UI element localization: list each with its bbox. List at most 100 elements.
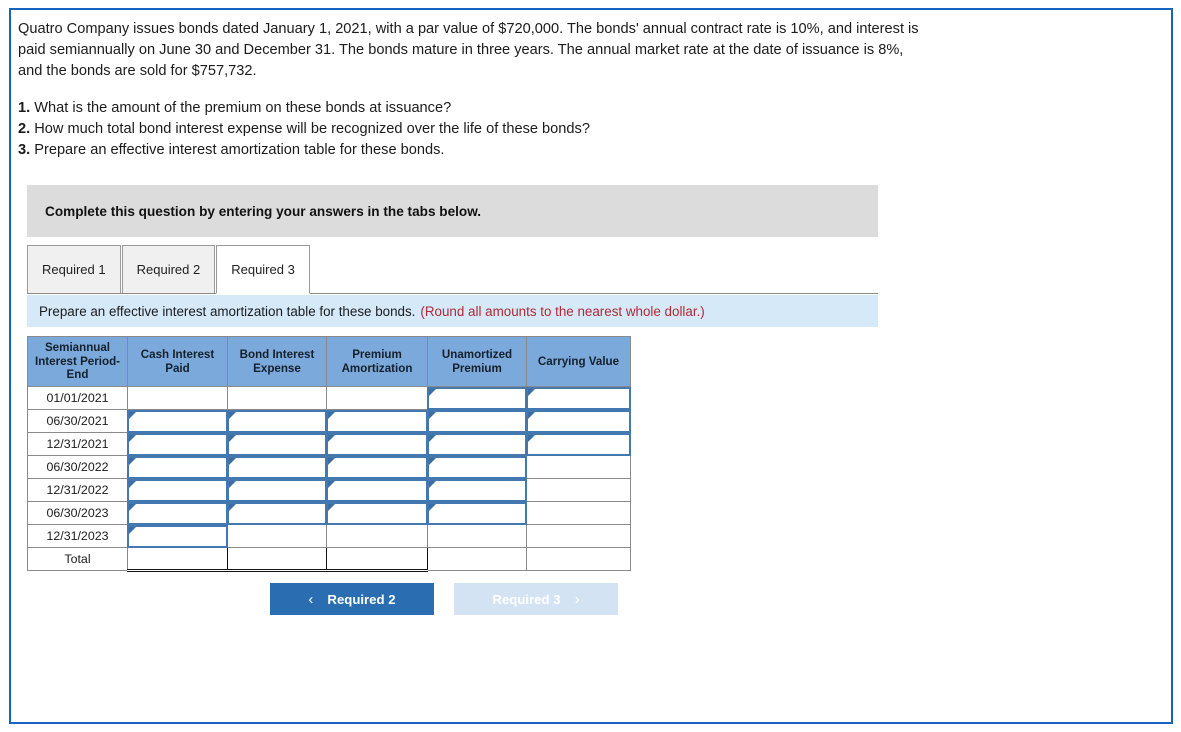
- table-body: 01/01/2021 06/30/2021 12/31/2021 06/30/2022…: [27, 386, 631, 572]
- tab-required-2[interactable]: Required 2: [121, 245, 216, 293]
- amount-input[interactable]: [227, 478, 327, 502]
- amount-cell: [526, 478, 631, 502]
- amount-value: [527, 548, 630, 570]
- amount-input[interactable]: [526, 386, 631, 410]
- requirement-rounding-note: (Round all amounts to the nearest whole …: [420, 303, 705, 319]
- requirement-navigation: ‹ Required 2 Required 3 ›: [270, 583, 618, 615]
- amount-cell: [227, 547, 327, 572]
- amount-input-cell[interactable]: [427, 432, 527, 456]
- amount-value: [327, 548, 427, 569]
- prev-requirement-button[interactable]: ‹ Required 2: [270, 583, 434, 615]
- amount-input[interactable]: [127, 432, 228, 456]
- requirement-info-bar: Prepare an effective interest amortizati…: [27, 295, 878, 327]
- amount-value: [228, 525, 326, 547]
- amount-value: [527, 502, 630, 524]
- question-number-3: 3.: [18, 142, 31, 158]
- amount-input[interactable]: [127, 478, 228, 502]
- amount-input-cell[interactable]: [427, 478, 527, 502]
- amount-input[interactable]: [127, 501, 228, 525]
- amount-cell: [227, 386, 327, 410]
- amount-input-cell[interactable]: [227, 501, 327, 525]
- amount-input-cell[interactable]: [127, 432, 228, 456]
- amount-input-cell[interactable]: [127, 478, 228, 502]
- amount-input[interactable]: [427, 478, 527, 502]
- table-row: 12/31/2022: [27, 478, 631, 502]
- period-end-cell: 12/31/2023: [27, 524, 128, 548]
- col-header-bond-interest-expense: Bond Interest Expense: [227, 336, 327, 387]
- amount-value: [327, 387, 427, 409]
- question-list: 1. What is the amount of the premium on …: [11, 98, 1171, 161]
- amount-input[interactable]: [227, 501, 327, 525]
- amount-input[interactable]: [227, 409, 327, 433]
- question-item-2: 2. How much total bond interest expense …: [18, 119, 1171, 140]
- amount-input-cell[interactable]: [326, 409, 428, 433]
- amount-input-cell[interactable]: [326, 478, 428, 502]
- amount-input-cell[interactable]: [526, 386, 631, 410]
- amount-input[interactable]: [127, 409, 228, 433]
- amount-input[interactable]: [427, 409, 527, 433]
- amount-input[interactable]: [127, 455, 228, 479]
- tab-required-1-label: Required 1: [42, 262, 106, 277]
- table-row: 12/31/2021: [27, 432, 631, 456]
- amount-input[interactable]: [227, 455, 327, 479]
- table-row: 06/30/2022: [27, 455, 631, 479]
- amount-input[interactable]: [326, 455, 428, 479]
- period-end-cell: 06/30/2022: [27, 455, 128, 479]
- amount-cell: [326, 547, 428, 572]
- amount-input-cell[interactable]: [526, 409, 631, 433]
- col-header-carrying-value: Carrying Value: [526, 336, 631, 387]
- chevron-left-icon: ‹: [308, 590, 314, 608]
- amount-input-cell[interactable]: [227, 455, 327, 479]
- amount-input-cell[interactable]: [326, 455, 428, 479]
- next-requirement-button[interactable]: Required 3 ›: [454, 583, 618, 615]
- col-header-premium-amortization: Premium Amortization: [326, 336, 428, 387]
- requirement-tabs: Required 1 Required 2 Required 3: [27, 244, 878, 294]
- amount-value: [228, 387, 326, 409]
- amount-input-cell[interactable]: [526, 432, 631, 456]
- next-requirement-label: Required 3: [492, 591, 561, 607]
- amount-value: [428, 525, 526, 547]
- amount-cell: [526, 524, 631, 548]
- table-row: 12/31/2023: [27, 524, 631, 548]
- amount-input-cell[interactable]: [227, 409, 327, 433]
- amount-cell: [526, 501, 631, 525]
- amount-input-cell[interactable]: [427, 386, 527, 410]
- amount-input-cell[interactable]: [127, 501, 228, 525]
- col-header-unamortized-premium: Unamortized Premium: [427, 336, 527, 387]
- period-end-cell: 06/30/2021: [27, 409, 128, 433]
- amount-input-cell[interactable]: [127, 409, 228, 433]
- amount-input-cell[interactable]: [427, 455, 527, 479]
- amount-input-cell[interactable]: [127, 455, 228, 479]
- amount-input[interactable]: [326, 478, 428, 502]
- amount-input[interactable]: [427, 386, 527, 410]
- col-header-cash-interest-paid: Cash Interest Paid: [127, 336, 228, 387]
- amount-input[interactable]: [427, 501, 527, 525]
- amount-input-cell[interactable]: [326, 501, 428, 525]
- amount-cell: [227, 524, 327, 548]
- amount-cell: [127, 386, 228, 410]
- question-panel: Quatro Company issues bonds dated Januar…: [9, 8, 1173, 724]
- table-total-row: Total: [27, 547, 631, 572]
- amount-input[interactable]: [326, 501, 428, 525]
- amount-input-cell[interactable]: [127, 524, 228, 548]
- amount-input-cell[interactable]: [227, 432, 327, 456]
- amount-input[interactable]: [427, 455, 527, 479]
- instruction-banner: Complete this question by entering your …: [27, 185, 878, 237]
- amount-input[interactable]: [326, 409, 428, 433]
- amount-input[interactable]: [127, 524, 228, 548]
- table-row: 06/30/2021: [27, 409, 631, 433]
- amount-input-cell[interactable]: [427, 501, 527, 525]
- amount-input[interactable]: [326, 432, 428, 456]
- problem-statement: Quatro Company issues bonds dated Januar…: [18, 21, 919, 79]
- amount-input-cell[interactable]: [427, 409, 527, 433]
- amount-input[interactable]: [526, 409, 631, 433]
- chevron-right-icon: ›: [574, 590, 580, 608]
- amount-input[interactable]: [227, 432, 327, 456]
- tab-required-1[interactable]: Required 1: [27, 245, 121, 293]
- amount-input-cell[interactable]: [227, 478, 327, 502]
- tab-required-3[interactable]: Required 3: [216, 245, 310, 294]
- amount-input-cell[interactable]: [326, 432, 428, 456]
- amount-input[interactable]: [526, 432, 631, 456]
- amount-input[interactable]: [427, 432, 527, 456]
- amount-value: [327, 525, 427, 547]
